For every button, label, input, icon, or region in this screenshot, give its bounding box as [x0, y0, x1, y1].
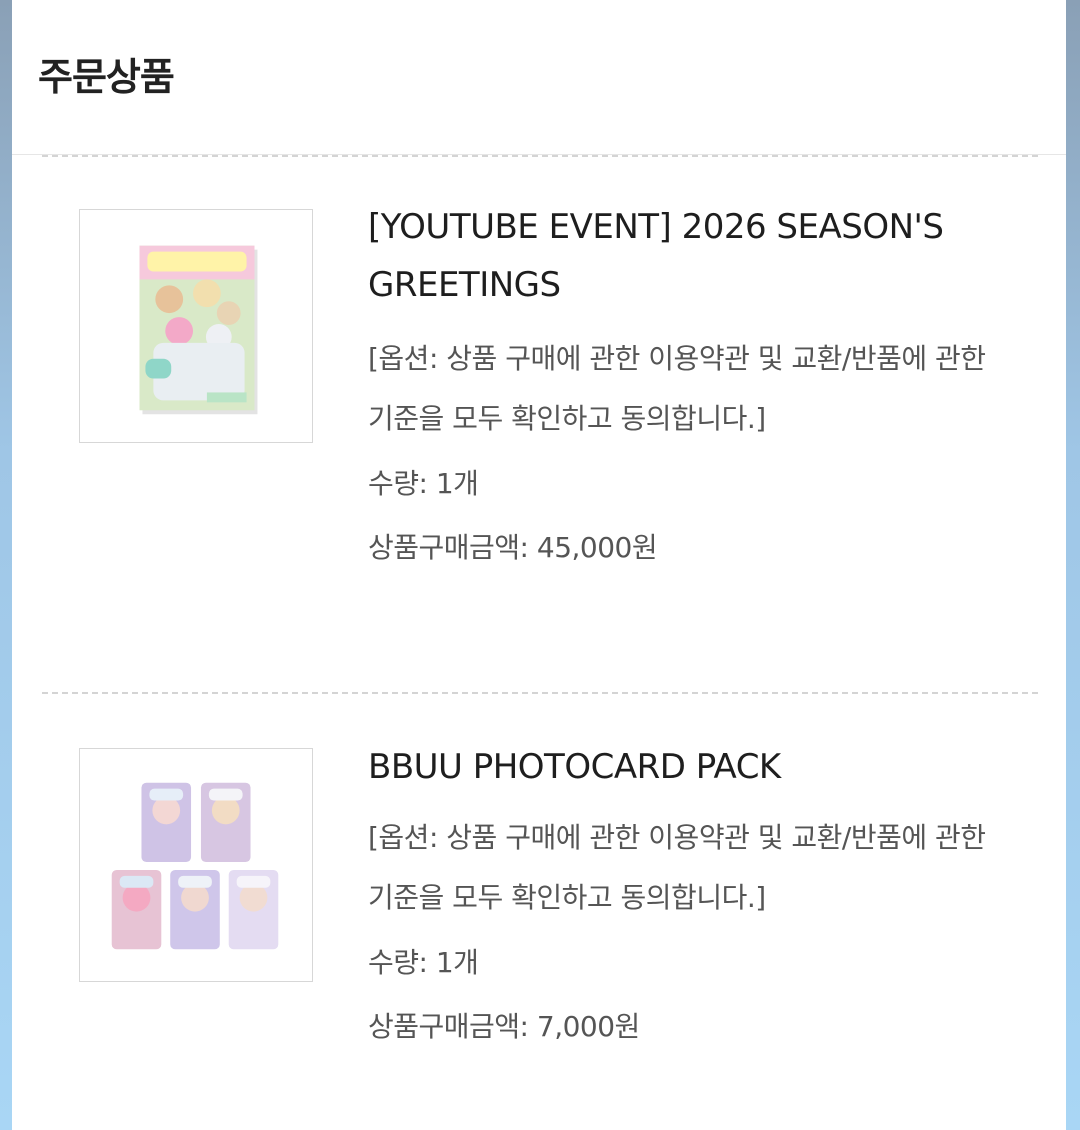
product-option: [옵션: 상품 구매에 관한 이용약관 및 교환/반품에 관한 기준을 모두 확… [368, 821, 986, 914]
product-option: [옵션: 상품 구매에 관한 이용약관 및 교환/반품에 관한 기준을 모두 확… [368, 342, 986, 435]
product-name[interactable]: BBUU PHOTOCARD PACK [368, 738, 1028, 796]
item-divider [42, 692, 1038, 694]
order-items-panel: 주문상품 [YOUTUBE EVENT] 2026 SEASON'S GREET… [12, 0, 1066, 1130]
product-price: 상품구매금액: 7,000원 [368, 1010, 640, 1043]
section-header: 주문상품 [12, 0, 1066, 155]
product-quantity: 수량: 1개 [368, 467, 479, 500]
product-quantity: 수량: 1개 [368, 946, 479, 979]
season-greetings-image [139, 245, 258, 415]
item-divider [42, 155, 1038, 157]
product-thumbnail-season-greetings[interactable] [79, 209, 313, 443]
photocard-pack-image [111, 782, 279, 950]
product-price: 상품구매금액: 45,000원 [368, 531, 658, 564]
product-thumbnail-photocard-pack[interactable] [79, 748, 313, 982]
product-name[interactable]: [YOUTUBE EVENT] 2026 SEASON'S GREETINGS [368, 198, 1028, 314]
section-title: 주문상품 [38, 55, 175, 99]
